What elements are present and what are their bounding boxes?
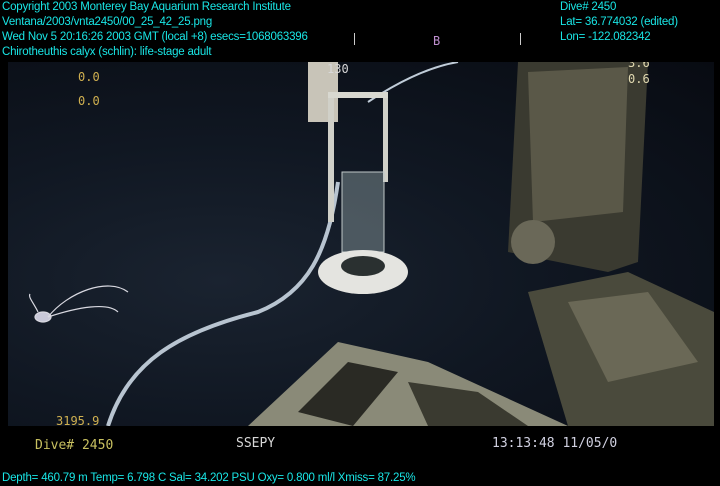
rov-frame-capture: 128 130 0.0 0.0 3.6 0.6 3195.9 B Dive# 2… [0,0,720,486]
compass-tick-left [354,33,355,45]
sampler-cylinder [341,171,385,253]
platform [248,342,568,426]
latitude: Lat= 36.774032 (edited) [560,16,678,28]
timestamp: Wed Nov 5 20:16:26 2003 GMT (local +8) e… [2,31,308,43]
right-readout-2: 0.6 [628,72,650,86]
compass-tick-right [520,33,521,45]
counter-readout: 3195.9 [56,414,100,426]
left-readout-2: 0.0 [78,94,100,108]
copyright-text: Copyright 2003 Monterey Bay Aquarium Res… [2,1,291,13]
right-readout-1: 3.6 [628,62,650,70]
video-time: 13:13:48 11/05/0 [492,436,618,451]
underwater-video-frame: 128 130 0.0 0.0 3.6 0.6 3195.9 [8,62,714,426]
camera-label: SSEPY [236,436,276,451]
dive-number: Dive# 2450 [560,1,617,13]
file-path: Ventana/2003/vnta2450/00_25_42_25.png [2,16,213,28]
heading-readout-2: 130 [327,62,349,76]
longitude: Lon= -122.082342 [560,31,651,43]
dive-label: Dive# 2450 [35,438,114,453]
squid [28,285,129,323]
sampler-rod [328,92,334,222]
sensor-readout: Depth= 460.79 m Temp= 6.798 C Sal= 34.20… [2,472,416,484]
species-annotation: Chirotheuthis calyx (schlin): life-stage… [2,46,212,58]
compass-mark: B [433,34,441,48]
scene-drawing [28,62,714,426]
left-readout-1: 0.0 [78,70,100,84]
